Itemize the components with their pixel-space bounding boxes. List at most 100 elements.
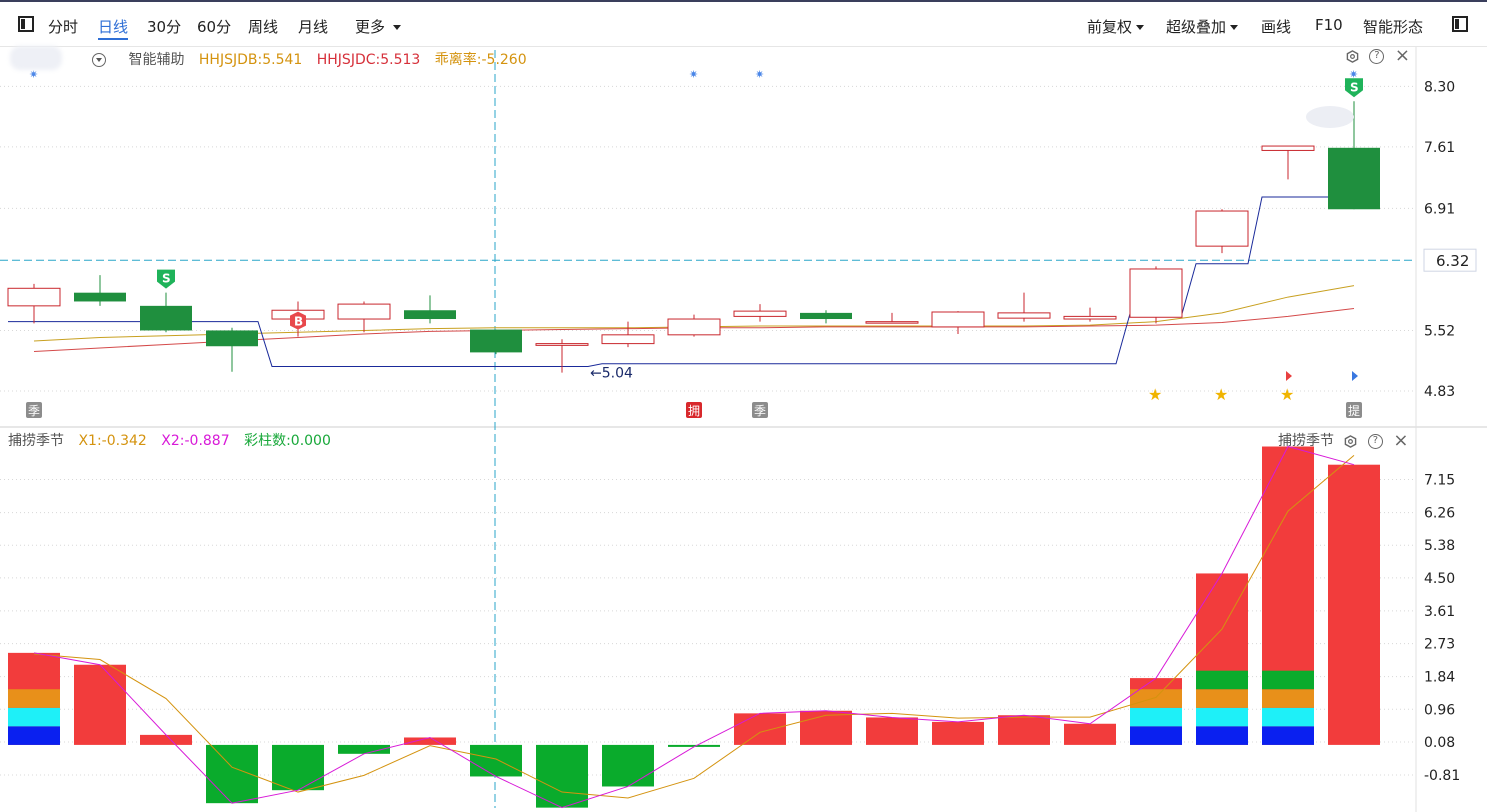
overlay-menu-label: 超级叠加 [1166, 18, 1227, 36]
flag-icon [1286, 371, 1292, 381]
help-icon[interactable]: ? [1369, 48, 1385, 64]
f10-button[interactable]: F10 [1315, 16, 1343, 34]
upper-legend-item: 乖离率:-5.260 [434, 52, 527, 68]
chevron-down-icon [1230, 25, 1239, 30]
indicator-bar-segment [1130, 707, 1182, 727]
indicator-bar-positive [74, 664, 126, 745]
blurred-annotation [1306, 106, 1354, 128]
candle-body-down [470, 329, 522, 353]
tab-monthly[interactable]: 月线 [298, 16, 328, 37]
chart-toolbar: 分时 日线 30分 60分 周线 月线 更多 前复权 超级叠加 画线 F10 智… [0, 2, 1487, 47]
indicator-bar-segment [1196, 689, 1248, 708]
indicator-bar-segment [1262, 670, 1314, 690]
panel-toggle-right-icon[interactable] [1452, 16, 1468, 32]
indicator-bar-segment [1196, 670, 1248, 690]
stock-name-blurred [10, 46, 62, 70]
upper-legend: 智能辅助 HHJSJDB:5.541 HHJSJDC:5.513 乖离率:-5.… [92, 49, 537, 69]
more-menu[interactable]: 更多 [355, 16, 402, 37]
sell-signal-label: S [1350, 80, 1359, 94]
badge-label: 拥 [688, 404, 700, 418]
candle-body-up [667, 318, 721, 336]
y-tick-label: 5.52 [1424, 323, 1455, 339]
lower-legend-item: 彩柱数:0.000 [244, 433, 331, 449]
candle-body-up [1195, 210, 1249, 247]
indicator-bar-segment [8, 689, 60, 708]
candle-body-up [733, 310, 787, 317]
tab-daily[interactable]: 日线 [98, 16, 129, 40]
indicator-bar-positive [932, 721, 984, 745]
indicator-bar-segment [8, 726, 60, 745]
upper-legend-item: HHJSJDC:5.513 [316, 52, 421, 68]
close-icon[interactable]: × [1393, 432, 1408, 450]
lower-legend: 捕捞季节 X1:-0.342 X2:-0.887 彩柱数:0.000 [8, 430, 341, 450]
lower-legend-item: X1:-0.342 [78, 433, 147, 449]
y-tick-label: 4.83 [1424, 384, 1455, 400]
indicator-bar-negative [272, 744, 324, 791]
indicator-bar-positive [404, 737, 456, 745]
more-menu-label: 更多 [355, 18, 386, 36]
upper-indicator-title[interactable]: 智能辅助 [128, 52, 184, 68]
candle-body-up [337, 303, 391, 320]
y-tick-label: 6.26 [1424, 506, 1455, 522]
y-tick-label: 8.30 [1424, 79, 1455, 95]
settings-hex-icon[interactable] [1344, 434, 1357, 448]
badge-label: 季 [28, 404, 40, 418]
candle-body-up [601, 334, 655, 345]
upper-panel-controls: ? × [1340, 47, 1410, 65]
star-icon: ★ [1280, 385, 1294, 404]
candle-body-up [865, 321, 919, 324]
tab-weekly[interactable]: 周线 [248, 16, 278, 37]
panel-toggle-icon[interactable] [18, 16, 34, 32]
indicator-bar-positive [866, 717, 918, 745]
top-marker-icon: ✷ [755, 68, 764, 81]
draw-line-button[interactable]: 画线 [1261, 16, 1291, 37]
settings-hex-icon[interactable] [1346, 49, 1359, 63]
tab-intraday[interactable]: 分时 [48, 16, 78, 37]
indicator-bar-segment [1130, 726, 1182, 745]
star-icon: ★ [1148, 385, 1162, 404]
indicator-bar-positive [1064, 723, 1116, 745]
lower-legend-item: X2:-0.887 [161, 433, 230, 449]
candle-body-up [535, 343, 589, 346]
indicator-bar-segment [1130, 689, 1182, 708]
help-icon[interactable]: ? [1367, 433, 1383, 449]
candle-body-down [74, 292, 126, 302]
candle-body-down [404, 310, 456, 320]
upper-legend-item: HHJSJDB:5.541 [198, 52, 303, 68]
y-tick-label: 0.96 [1424, 702, 1455, 718]
low-price-label: ←5.04 [590, 366, 633, 382]
adjust-menu-label: 前复权 [1087, 18, 1133, 36]
sell-signal-label: S [162, 272, 171, 286]
y-tick-label: 5.38 [1424, 538, 1455, 554]
indicator-bar-segment [1196, 707, 1248, 727]
y-tick-label: 4.50 [1424, 571, 1455, 587]
candle-body-up [1129, 268, 1183, 318]
indicator-bar-segment [1262, 707, 1314, 727]
indicator-bar-segment [8, 707, 60, 727]
smart-pattern-button[interactable]: 智能形态 [1363, 16, 1423, 37]
current-price-label: 6.32 [1436, 252, 1469, 270]
close-icon[interactable]: × [1395, 47, 1410, 65]
candle-body-down [1328, 147, 1380, 210]
adjust-menu[interactable]: 前复权 [1087, 16, 1145, 37]
candle-body-up [997, 312, 1051, 319]
y-tick-label: 1.84 [1424, 670, 1455, 686]
candle-body-up [7, 287, 61, 307]
tab-60min[interactable]: 60分 [197, 16, 231, 37]
indicator-bar-positive [734, 713, 786, 745]
candle-body-down [206, 330, 258, 347]
indicator-bar-negative [536, 744, 588, 808]
y-tick-label: 3.61 [1424, 604, 1455, 620]
candle-body-down [800, 312, 852, 320]
lower-indicator-title[interactable]: 捕捞季节 [8, 433, 64, 449]
y-tick-label: 7.15 [1424, 473, 1455, 489]
y-tick-label: 0.08 [1424, 735, 1455, 751]
indicator-bar-positive [998, 715, 1050, 745]
top-marker-icon: ✷ [1349, 68, 1358, 81]
y-tick-label: 6.91 [1424, 201, 1455, 217]
tab-30min[interactable]: 30分 [147, 16, 181, 37]
overlay-menu[interactable]: 超级叠加 [1166, 16, 1239, 37]
indicator-bar-segment [1262, 726, 1314, 745]
dropdown-circle-icon[interactable] [92, 53, 106, 67]
star-icon: ★ [1214, 385, 1228, 404]
